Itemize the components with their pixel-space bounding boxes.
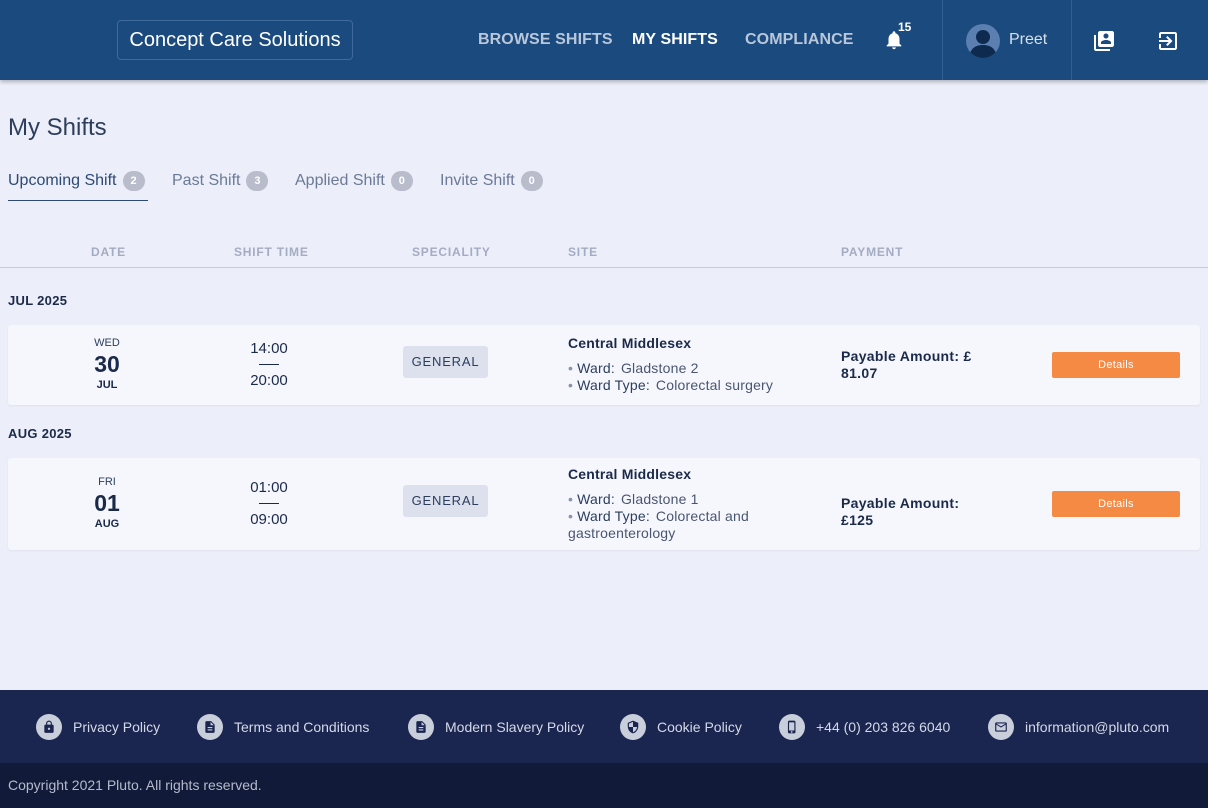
month-heading: JUL 2025 xyxy=(8,293,68,308)
person-icon xyxy=(969,30,997,58)
shift-start-time: 01:00 xyxy=(250,479,288,496)
footer-link-label: Terms and Conditions xyxy=(234,719,370,735)
column-header-site: SITE xyxy=(568,245,598,259)
ward-type-line: • Ward Type: Colorectal surgery xyxy=(568,377,798,394)
page-title: My Shifts xyxy=(8,114,107,141)
month-heading: AUG 2025 xyxy=(8,426,72,441)
ward-label: Ward: xyxy=(577,491,615,507)
time-separator xyxy=(259,503,279,504)
active-tab-indicator xyxy=(8,200,148,201)
bullet: • xyxy=(568,360,574,376)
tab-label: Past Shift xyxy=(172,172,241,189)
shift-end-time: 09:00 xyxy=(250,511,288,528)
site-name: Central Middlesex xyxy=(568,466,692,482)
ward-type-label: Ward Type: xyxy=(577,508,650,524)
nav-browse-shifts[interactable]: BROWSE SHIFTS xyxy=(478,31,613,49)
copyright-bar: Copyright 2021 Pluto. All rights reserve… xyxy=(0,763,1208,808)
shift-day: 30 xyxy=(94,351,120,377)
shift-month: JUL xyxy=(96,379,118,391)
footer-link-label: information@pluto.com xyxy=(1025,719,1170,735)
nav-my-shifts[interactable]: MY SHIFTS xyxy=(632,31,718,49)
ward-line: • Ward: Gladstone 1 xyxy=(568,491,798,508)
footer-link-modern-slavery-policy[interactable]: Modern Slavery Policy xyxy=(408,714,584,740)
tab-upcoming-shift[interactable]: Upcoming Shift 2 xyxy=(8,171,145,191)
details-button[interactable]: Details xyxy=(1052,491,1180,517)
bullet: • xyxy=(568,491,574,507)
ward-value: Gladstone 2 xyxy=(620,360,699,376)
column-header-date: DATE xyxy=(91,245,126,259)
tab-count-badge: 3 xyxy=(246,171,269,191)
speciality-chip: GENERAL xyxy=(403,346,488,378)
tab-label: Invite Shift xyxy=(440,172,515,189)
tab-applied-shift[interactable]: Applied Shift 0 xyxy=(295,171,413,191)
shift-day-of-week: WED xyxy=(94,337,120,349)
ward-label: Ward: xyxy=(577,360,615,376)
tab-label: Upcoming Shift xyxy=(8,172,117,189)
user-name[interactable]: Preet xyxy=(1009,31,1047,49)
phone-icon xyxy=(779,714,805,740)
notification-count: 15 xyxy=(898,20,912,34)
footer-link-label: Cookie Policy xyxy=(657,719,742,735)
tab-count-badge: 0 xyxy=(390,171,413,191)
column-header-speciality: SPECIALITY xyxy=(412,245,491,259)
pay-label: Payable Amount: xyxy=(841,348,960,364)
pay-label: Payable Amount: xyxy=(841,495,960,511)
ward-value: Gladstone 1 xyxy=(620,491,699,507)
details-button[interactable]: Details xyxy=(1052,352,1180,378)
brand-button[interactable]: Concept Care Solutions xyxy=(117,20,353,60)
shift-day-of-week: FRI xyxy=(98,476,116,488)
nav-compliance[interactable]: COMPLIANCE xyxy=(745,31,854,49)
header-divider xyxy=(942,0,943,80)
footer-link-label: Privacy Policy xyxy=(73,719,161,735)
header-divider-line xyxy=(0,267,1208,268)
tab-label: Applied Shift xyxy=(295,172,385,189)
ward-line: • Ward: Gladstone 2 xyxy=(568,360,798,377)
footer-link-cookie-policy[interactable]: Cookie Policy xyxy=(620,714,742,740)
payment-amount: Payable Amount: £125 xyxy=(841,495,981,529)
mail-icon xyxy=(988,714,1014,740)
logout-icon[interactable] xyxy=(1156,29,1180,53)
shift-day: 01 xyxy=(94,490,120,516)
shift-card: WED 30 JUL 14:00 20:00 GENERAL Central M… xyxy=(8,325,1200,405)
tab-count-badge: 2 xyxy=(122,171,145,191)
pay-value: £125 xyxy=(841,512,874,528)
site-name: Central Middlesex xyxy=(568,335,692,351)
document-icon xyxy=(408,714,434,740)
shield-icon xyxy=(620,714,646,740)
shift-end-time: 20:00 xyxy=(250,372,288,389)
shift-card: FRI 01 AUG 01:00 09:00 GENERAL Central M… xyxy=(8,458,1200,550)
ward-type-label: Ward Type: xyxy=(577,377,650,393)
ward-type-value: Colorectal surgery xyxy=(655,377,774,393)
footer-link-label: +44 (0) 203 826 6040 xyxy=(816,719,951,735)
footer-link-terms[interactable]: Terms and Conditions xyxy=(197,714,369,740)
column-header-shift-time: SHIFT TIME xyxy=(234,245,309,259)
tab-past-shift[interactable]: Past Shift 3 xyxy=(172,171,269,191)
footer-link-phone[interactable]: +44 (0) 203 826 6040 xyxy=(779,714,950,740)
header-divider xyxy=(1071,0,1072,80)
copyright-text: Copyright 2021 Pluto. All rights reserve… xyxy=(8,777,262,793)
bullet: • xyxy=(568,508,574,524)
footer-link-label: Modern Slavery Policy xyxy=(445,719,585,735)
footer-link-privacy-policy[interactable]: Privacy Policy xyxy=(36,714,160,740)
document-icon xyxy=(197,714,223,740)
tab-invite-shift[interactable]: Invite Shift 0 xyxy=(440,171,543,191)
user-avatar[interactable] xyxy=(966,24,1000,58)
ward-type-line: • Ward Type: Colorectal and gastroenterolo… xyxy=(568,508,798,542)
top-header: Concept Care Solutions BROWSE SHIFTS MY … xyxy=(0,0,1208,80)
lock-icon xyxy=(36,714,62,740)
contacts-book-icon[interactable] xyxy=(1092,29,1116,53)
shift-month: AUG xyxy=(94,518,120,530)
time-separator xyxy=(259,364,279,365)
footer-link-email[interactable]: information@pluto.com xyxy=(988,714,1169,740)
payment-amount: Payable Amount: £ 81.07 xyxy=(841,348,981,382)
speciality-chip: GENERAL xyxy=(403,485,488,517)
shift-start-time: 14:00 xyxy=(250,340,288,357)
column-header-payment: PAYMENT xyxy=(841,245,904,259)
tab-count-badge: 0 xyxy=(520,171,543,191)
footer: Privacy Policy Terms and Conditions Mode… xyxy=(0,690,1208,763)
bullet: • xyxy=(568,377,574,393)
